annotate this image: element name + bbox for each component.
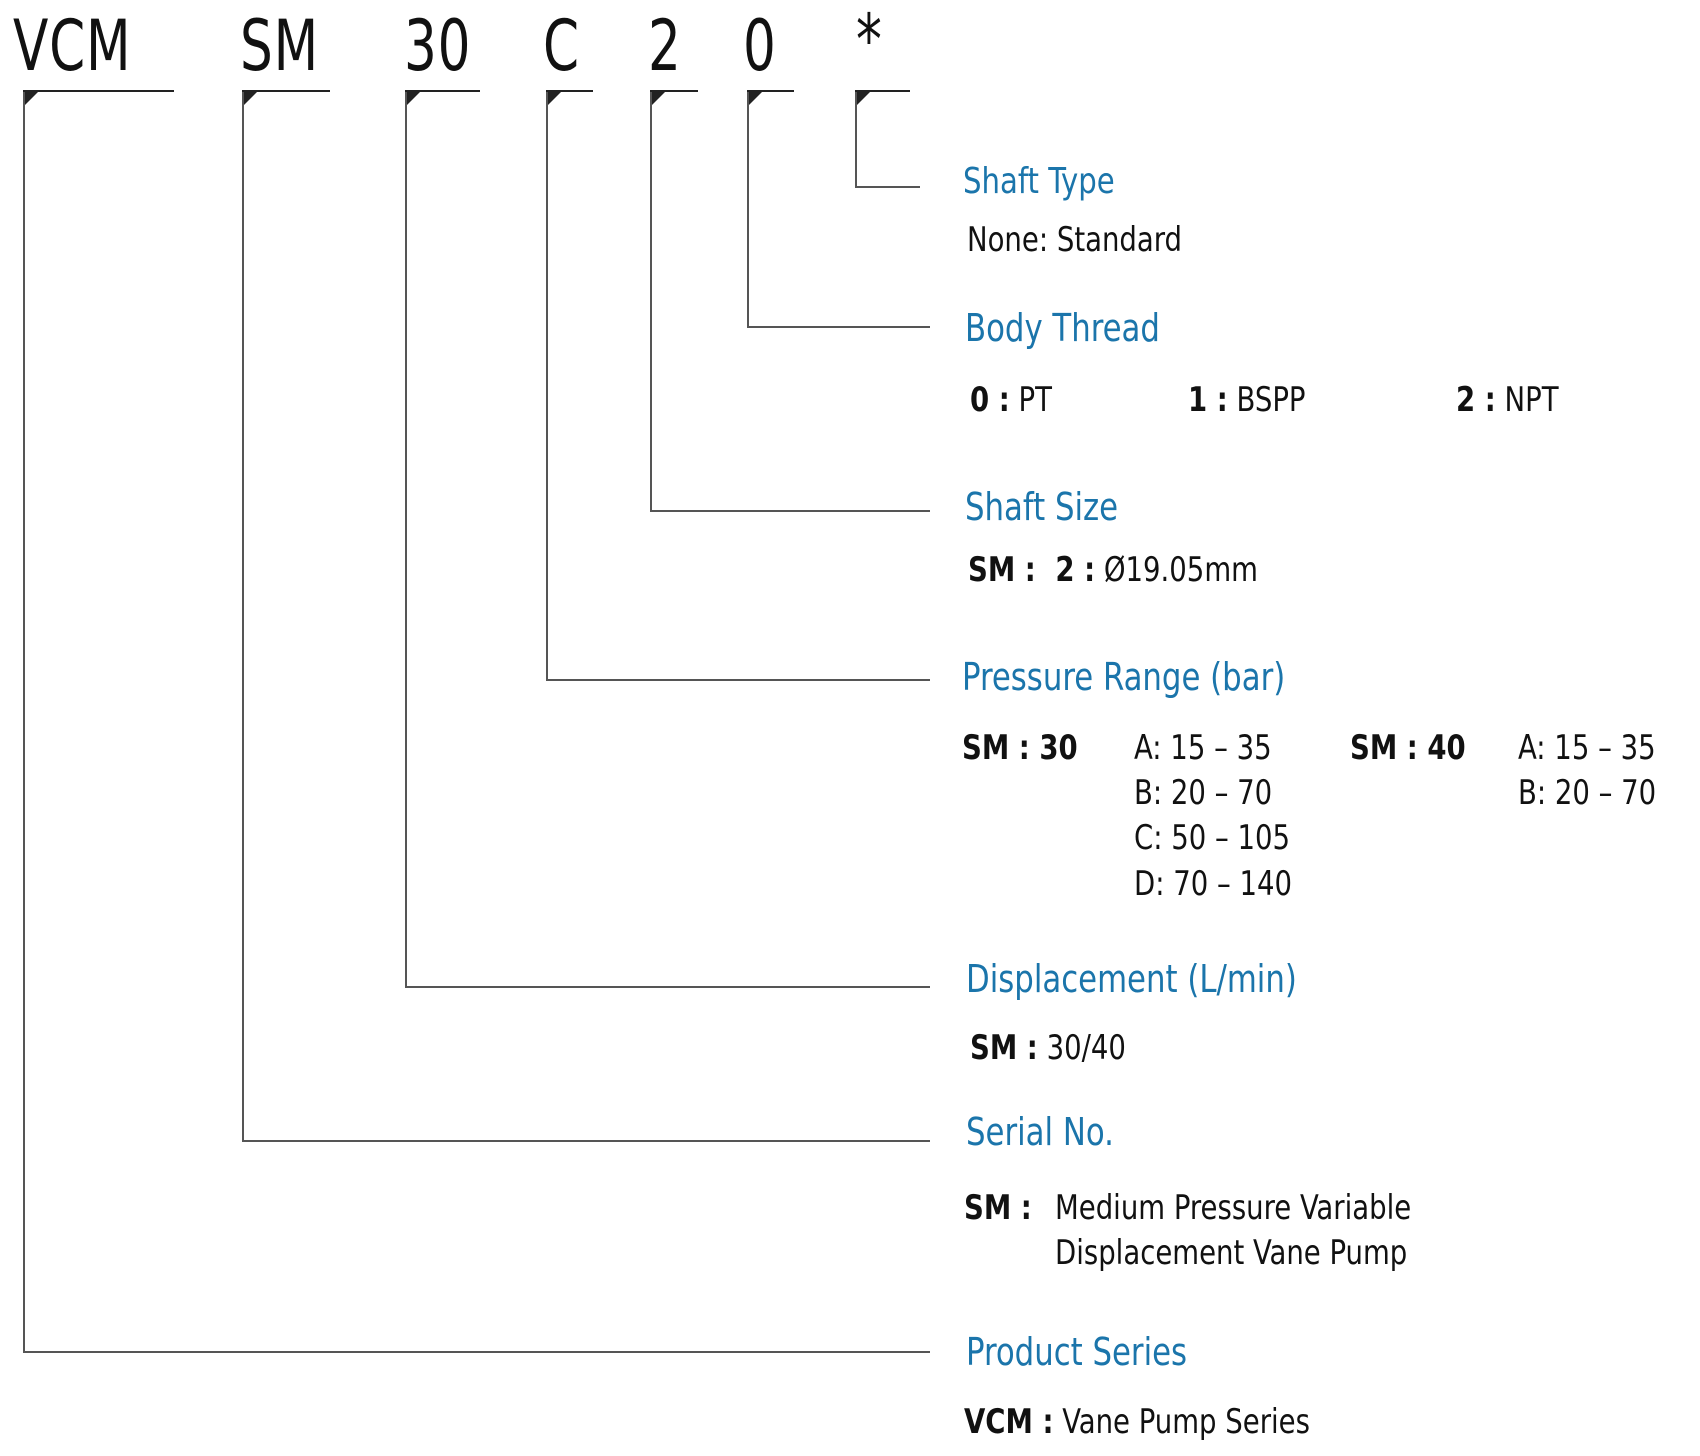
pressure-group-label: SM : 30 (962, 728, 1078, 768)
serial-no-line: Displacement Vane Pump (1055, 1233, 1408, 1273)
shaft-size-series: SM : (968, 550, 1036, 590)
body-thread-option: 2 : NPT (1456, 378, 1559, 422)
leader-displacement-v (405, 92, 407, 987)
leader-displacement-h (405, 986, 930, 988)
pressure-range-item: C: 50 – 105 (1134, 818, 1291, 858)
body-thread-value: PT (1018, 380, 1052, 420)
underline-series (23, 90, 174, 92)
displacement-title: Displacement (L/min) (966, 957, 1297, 1001)
tick-serial (242, 91, 258, 107)
leader-serial-h (242, 1140, 930, 1142)
tick-shaft-size (650, 91, 666, 107)
displacement-row: SM : 30/40 (970, 1026, 1126, 1070)
code-serial: SM (240, 5, 320, 87)
tick-body-thread (747, 91, 763, 107)
pressure-range-item: B: 20 – 70 (1134, 773, 1273, 813)
product-series-value: Vane Pump Series (1062, 1402, 1310, 1442)
pressure-range-item: D: 70 – 140 (1134, 864, 1293, 904)
body-thread-option: 1 : BSPP (1188, 378, 1306, 422)
leader-pressure-h (546, 679, 930, 681)
serial-no-series: SM : (964, 1188, 1032, 1228)
displacement-value: 30/40 (1046, 1028, 1126, 1068)
tick-pressure (546, 91, 562, 107)
pressure-range-item: A: 15 – 35 (1134, 728, 1272, 768)
leader-shaft-size-h (650, 510, 930, 512)
product-series-code: VCM : (964, 1402, 1054, 1442)
leader-serial-v (242, 92, 244, 1141)
leader-shaft-type-h (855, 186, 920, 188)
pressure-group-label: SM : 40 (1350, 728, 1466, 768)
code-shaft-size: 2 (648, 5, 682, 87)
product-series-title: Product Series (966, 1330, 1188, 1374)
displacement-series: SM : (970, 1028, 1038, 1068)
leader-shaft-size-v (650, 92, 652, 511)
code-series: VCM (13, 5, 132, 87)
shaft-size-title: Shaft Size (965, 485, 1119, 529)
shaft-size-value: Ø19.05mm (1103, 550, 1258, 590)
code-pressure: C (543, 5, 580, 87)
product-series-row: VCM : Vane Pump Series (964, 1400, 1310, 1444)
shaft-type-text: None: Standard (967, 220, 1183, 260)
leader-body-thread-v (747, 92, 749, 327)
shaft-size-row: SM : 2 : Ø19.05mm (968, 548, 1258, 592)
tick-displacement (405, 91, 421, 107)
code-shaft-type: * (856, 0, 883, 81)
pressure-range-title: Pressure Range (bar) (962, 655, 1286, 699)
body-thread-value: NPT (1504, 380, 1559, 420)
body-thread-option: 0 : PT (970, 378, 1052, 422)
serial-no-title: Serial No. (966, 1110, 1114, 1154)
leader-body-thread-h (747, 326, 930, 328)
shaft-size-code: 2 : (1055, 550, 1096, 590)
body-thread-value: BSPP (1236, 380, 1306, 420)
serial-no-line: Medium Pressure Variable (1055, 1188, 1412, 1228)
leader-pressure-v (546, 92, 548, 680)
body-thread-code: 0 : (970, 380, 1010, 420)
shaft-type-title: Shaft Type (963, 161, 1115, 202)
body-thread-code: 1 : (1188, 380, 1228, 420)
body-thread-code: 2 : (1456, 380, 1496, 420)
leader-series-v (23, 92, 25, 1352)
code-displacement: 30 (404, 5, 472, 87)
tick-shaft-type (855, 91, 871, 107)
body-thread-title: Body Thread (965, 306, 1160, 350)
tick-series (23, 91, 39, 107)
pressure-range-item: A: 15 – 35 (1518, 728, 1656, 768)
pressure-range-item: B: 20 – 70 (1518, 773, 1657, 813)
leader-series-h (23, 1351, 930, 1353)
leader-shaft-type-v (855, 92, 857, 187)
code-body-thread: 0 (743, 5, 777, 87)
